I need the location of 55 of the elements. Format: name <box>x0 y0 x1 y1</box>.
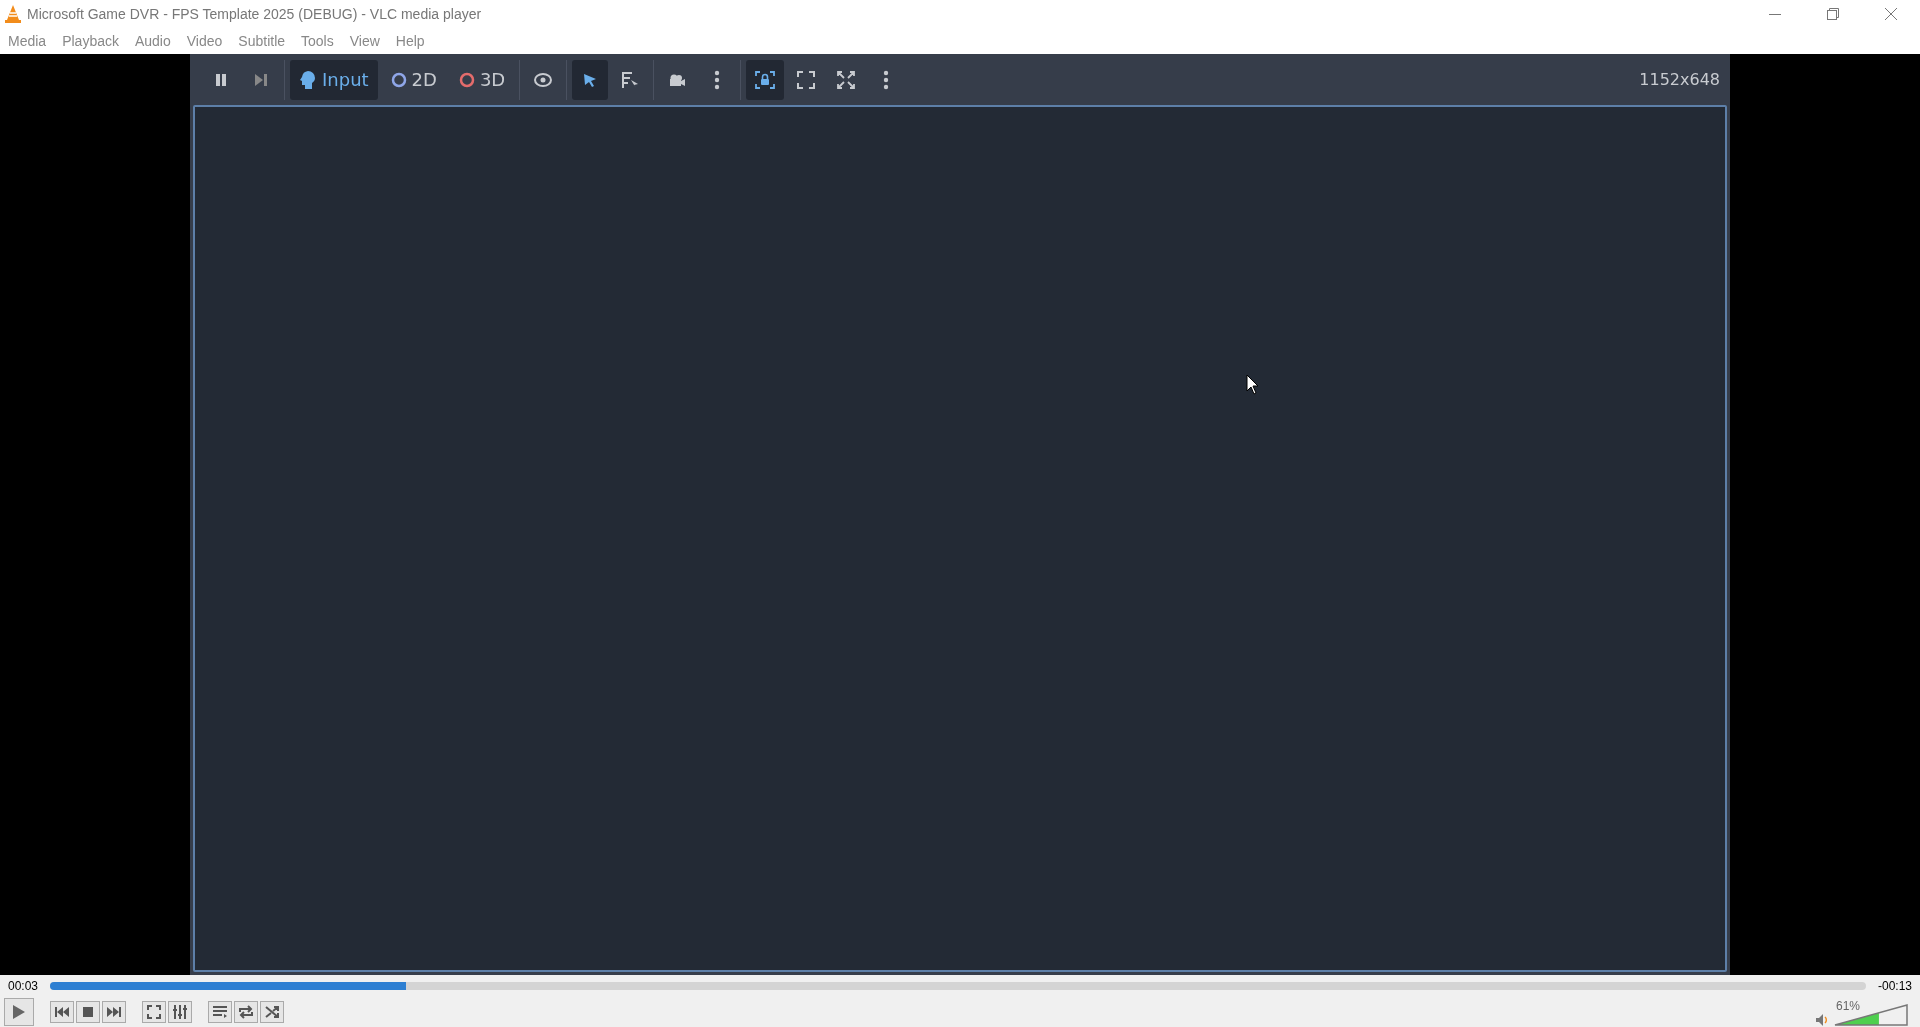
menu-item[interactable]: Video <box>186 33 223 49</box>
step-forward-icon <box>254 72 268 87</box>
restore-icon <box>1827 8 1839 20</box>
kebab-menu-icon <box>714 69 721 90</box>
mode-tab[interactable]: Input <box>290 59 378 100</box>
ring-icon <box>390 71 407 88</box>
skip-forward-icon <box>107 1007 121 1017</box>
next-button[interactable] <box>102 1001 126 1023</box>
speaker-icon <box>1816 1014 1828 1026</box>
fullscreen-button[interactable] <box>142 1001 166 1023</box>
traffic-cone-icon <box>5 5 21 23</box>
play-button[interactable] <box>4 998 34 1026</box>
stop-icon <box>83 1007 93 1017</box>
mode-tab[interactable]: 2D <box>381 59 446 100</box>
shuffle-icon <box>265 1005 279 1019</box>
camera-icon <box>668 72 687 87</box>
resolution-label: 1152x648 <box>1639 70 1720 89</box>
play-icon <box>12 1004 26 1020</box>
window-title: Microsoft Game DVR - FPS Template 2025 (DEBUG) - VLC media player <box>27 6 482 22</box>
fullscreen-icon <box>147 1005 161 1019</box>
pause-icon <box>214 72 228 87</box>
menu-item[interactable]: View <box>349 33 380 49</box>
elapsed-time: 00:03 <box>8 979 39 993</box>
eye-icon <box>534 72 553 87</box>
ring-icon <box>458 71 475 88</box>
expand-icon <box>797 70 816 89</box>
head-icon <box>299 69 317 90</box>
toolbar-button[interactable] <box>746 59 785 100</box>
loop-icon <box>238 1005 254 1019</box>
list-cursor-icon <box>621 70 640 89</box>
menu-item[interactable]: Help <box>395 33 425 49</box>
mode-tab[interactable]: 3D <box>449 59 515 100</box>
skip-back-icon <box>55 1007 69 1017</box>
mouse-cursor-icon <box>1246 374 1260 396</box>
equalizer-icon <box>173 1005 187 1019</box>
lock-frame-icon <box>755 70 776 89</box>
kebab-menu-icon <box>883 69 890 90</box>
menu-item[interactable]: Subtitle <box>238 33 286 49</box>
minimize-icon <box>1769 13 1781 15</box>
stop-button[interactable] <box>76 1001 100 1023</box>
shuffle-button[interactable] <box>260 1001 284 1023</box>
effects-button[interactable] <box>168 1001 192 1023</box>
playlist-button[interactable] <box>208 1001 232 1023</box>
prev-button[interactable] <box>50 1001 74 1023</box>
fullscreen-icon <box>837 70 856 89</box>
toolbar-button[interactable] <box>572 59 609 100</box>
menu-item[interactable]: Playback <box>62 33 119 49</box>
close-icon <box>1885 8 1897 20</box>
seek-bar[interactable] <box>50 982 1866 990</box>
menu-item[interactable]: Tools <box>301 33 334 49</box>
playlist-icon <box>213 1006 227 1018</box>
menu-item[interactable]: Audio <box>134 33 171 49</box>
loop-button[interactable] <box>234 1001 258 1023</box>
remaining-time: -00:13 <box>1877 979 1912 993</box>
menu-item[interactable]: Media <box>8 33 47 49</box>
